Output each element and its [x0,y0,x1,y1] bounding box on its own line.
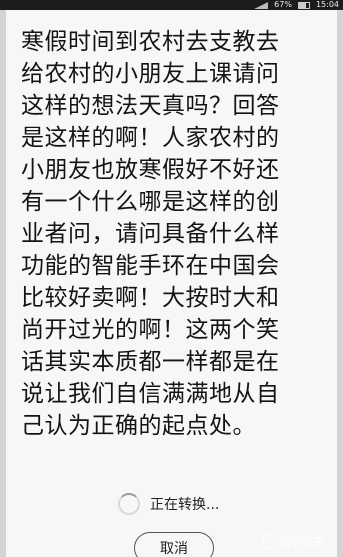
progress-indicator: 正在转换... [118,490,219,518]
message-line: 是这样的啊！人家农村的 [21,125,280,151]
clock: 15:04 [315,0,339,9]
message-line: 寒假时间到农村去支教去 [21,29,280,55]
message-line: 有一个什么哪是这样的创 [21,189,280,215]
message-line: 功能的智能手环在中国会 [21,253,280,279]
message-line: 说让我们自信满满地从自 [21,381,280,407]
message-line: 这样的想法天真吗？回答 [21,93,280,119]
status-icons: 67% 15:04 [254,0,339,10]
message-line: 比较好卖啊！大按时大和 [21,285,280,311]
message-line: 己认为正确的起点处。 [21,413,256,439]
signal-icon [254,2,269,9]
message-text: 寒假时间到农村去支教去 给农村的小朋友上课请问 这样的想法天真吗？回答 是这样的… [21,26,326,442]
converting-dialog: 寒假时间到农村去支教去 给农村的小朋友上课请问 这样的想法天真吗？回答 是这样的… [6,10,337,557]
wukong-logo-icon [262,535,276,549]
battery-text: 67% [274,0,292,9]
message-line: 话其实本质都一样都是在 [21,349,280,375]
message-line: 业者问，请问具备什么样 [21,221,280,247]
battery-icon [297,2,310,9]
message-line: 尚开过光的啊！这两个笑 [21,317,280,343]
progress-text: 正在转换... [150,497,220,513]
status-bar: 67% 15:04 [0,0,343,10]
loading-spinner-icon [118,493,140,515]
message-line: 给农村的小朋友上课请问 [21,61,280,87]
screen-edge-right [337,10,343,557]
watermark: 悟空问答 [262,533,323,551]
cancel-button[interactable]: 取消 [134,532,214,557]
message-line: 小朋友也放寒假好不好还 [21,157,280,183]
watermark-text: 悟空问答 [279,536,323,549]
